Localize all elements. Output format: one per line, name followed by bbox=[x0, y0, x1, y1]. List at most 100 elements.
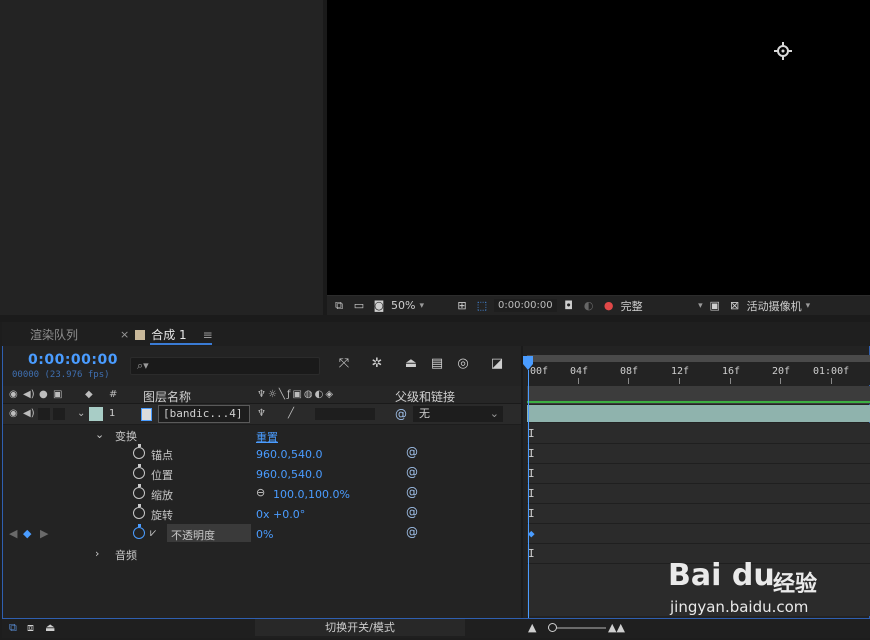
always-preview-icon[interactable]: ⧉ bbox=[331, 299, 347, 313]
current-time-display[interactable]: 0:00:00:00 bbox=[28, 352, 118, 368]
switches-icons[interactable]: ♆☼╲ƒ▣◍◐◈ bbox=[257, 389, 335, 400]
chevron-right-icon[interactable]: › bbox=[95, 547, 99, 560]
prop-anchor-value[interactable]: 960.0,540.0 bbox=[256, 448, 322, 461]
column-parent[interactable]: 父级和链接 bbox=[395, 388, 455, 405]
tick bbox=[679, 378, 680, 384]
pickwhip-icon[interactable]: @ bbox=[395, 407, 407, 421]
shy-layers-icon[interactable]: ⏏ bbox=[401, 356, 421, 374]
timeline-divider[interactable] bbox=[521, 346, 523, 618]
track-separator bbox=[527, 503, 870, 504]
stopwatch-icon[interactable] bbox=[133, 444, 145, 459]
column-layer-name[interactable]: 图层名称 bbox=[143, 388, 191, 405]
toggle-switches-modes-button[interactable]: 切换开关/模式 bbox=[255, 619, 465, 636]
chevron-down-icon[interactable]: ⌄ bbox=[95, 428, 104, 441]
label-tag-icon[interactable]: ◆ bbox=[85, 389, 93, 400]
prev-keyframe-icon[interactable]: ◀ bbox=[9, 527, 17, 540]
visibility-toggle-icon[interactable]: ◉ bbox=[9, 408, 18, 419]
solo-toggle[interactable] bbox=[38, 408, 50, 420]
stopwatch-active-icon[interactable] bbox=[133, 524, 145, 539]
color-channels-icon[interactable]: ● bbox=[601, 299, 617, 313]
next-keyframe-icon[interactable]: ▶ bbox=[40, 527, 48, 540]
chevron-down-icon: ▾ bbox=[698, 300, 703, 311]
show-snapshot-icon[interactable]: ◐ bbox=[581, 299, 597, 313]
layer-label-color[interactable] bbox=[89, 407, 103, 421]
tab-render-queue[interactable]: 渲染队列 bbox=[30, 326, 78, 343]
prop-anchor-label: 锚点 bbox=[151, 449, 173, 462]
tick-label: 12f bbox=[671, 366, 690, 377]
audio-toggle-icon[interactable]: ◀) bbox=[23, 408, 35, 419]
anchor-point-icon[interactable] bbox=[773, 41, 793, 61]
viewer-toolbar: ⧉ ▭ ◙ 50% ▾ ⊞ ⬚ 0:00:00:00 ◘ ◐ ● 完整 ▾ ▣ … bbox=[327, 295, 870, 315]
baidu-watermark: Bai du 经验 jingyan.baidu.com bbox=[668, 548, 868, 620]
switch-boxes[interactable] bbox=[315, 408, 375, 420]
eye-icon[interactable]: ◉ bbox=[9, 389, 18, 400]
lock-toggle[interactable] bbox=[53, 408, 65, 420]
tab-composition[interactable]: × 合成 1 ≡ bbox=[120, 326, 213, 343]
quality-switch-icon[interactable]: ╱ bbox=[288, 408, 294, 419]
panel-menu-icon[interactable]: ≡ bbox=[203, 328, 213, 342]
playhead-icon[interactable] bbox=[523, 356, 533, 370]
tick-label: 08f bbox=[620, 366, 639, 377]
zoom-out-icon[interactable]: ▲ bbox=[528, 621, 536, 634]
mask-icon[interactable]: ◙ bbox=[371, 299, 387, 313]
layer-search-input[interactable]: ⌕▾ bbox=[130, 357, 320, 375]
camera-select[interactable]: 活动摄像机 ▾ bbox=[747, 298, 811, 314]
track-separator bbox=[527, 463, 870, 464]
zoom-in-icon[interactable]: ▲▲ bbox=[608, 621, 625, 634]
add-keyframe-icon[interactable]: ◆ bbox=[23, 527, 31, 540]
camera-snapshot-icon[interactable]: ◘ bbox=[561, 299, 577, 313]
transparency-grid-icon[interactable]: ⬚ bbox=[474, 299, 490, 313]
chevron-down-icon[interactable]: ⌄ bbox=[77, 408, 85, 419]
frame-blending-icon[interactable]: ▤ bbox=[427, 356, 447, 374]
constrain-proportions-icon[interactable]: ⊖ bbox=[256, 486, 265, 499]
stopwatch-icon[interactable] bbox=[133, 504, 145, 519]
layer-switches-icon[interactable]: ⧉ bbox=[9, 621, 17, 635]
layer-row[interactable]: ◉ ◀) ⌄ 1 [bandic...4] ♆ ╱ @ 无 ⌄ bbox=[3, 404, 521, 425]
comp-mini-flowchart-icon[interactable]: ⤧ bbox=[334, 356, 354, 374]
solo-icon[interactable]: ● bbox=[39, 389, 48, 400]
baidu-logo: Bai du bbox=[668, 558, 775, 593]
layer-number: 1 bbox=[109, 408, 116, 419]
close-icon[interactable]: × bbox=[120, 328, 129, 341]
audio-group-label[interactable]: 音频 bbox=[115, 547, 137, 563]
viewer-timecode[interactable]: 0:00:00:00 bbox=[493, 299, 557, 312]
stopwatch-icon[interactable] bbox=[133, 484, 145, 499]
pickwhip-icon[interactable]: @ bbox=[406, 525, 418, 539]
transform-reset-link[interactable]: 重置 bbox=[256, 429, 278, 445]
chevron-down-icon: ⌄ bbox=[489, 407, 499, 420]
resolution-select[interactable]: 完整 ▾ bbox=[621, 298, 703, 314]
prop-scale-value[interactable]: 100.0,100.0% bbox=[273, 488, 350, 501]
parent-select[interactable]: 无 ⌄ bbox=[413, 406, 503, 422]
in-out-icon[interactable]: ⏏ bbox=[45, 621, 55, 634]
prop-position-value[interactable]: 960.0,540.0 bbox=[256, 468, 322, 481]
audio-icon[interactable]: ◀) bbox=[23, 389, 35, 400]
transfer-controls-icon[interactable]: ⧈ bbox=[27, 621, 34, 635]
prop-opacity-value[interactable]: 0% bbox=[256, 528, 273, 541]
graph-editor-icon[interactable]: ◪ bbox=[487, 356, 507, 374]
zoom-select[interactable]: 50% ▾ bbox=[391, 298, 424, 314]
stopwatch-icon[interactable] bbox=[133, 464, 145, 479]
pickwhip-icon[interactable]: @ bbox=[406, 485, 418, 499]
chevron-down-icon: ▾ bbox=[419, 300, 424, 311]
prop-rotation-value[interactable]: 0x +0.0° bbox=[256, 508, 305, 521]
transform-label[interactable]: 变换 bbox=[115, 428, 137, 444]
graph-icon[interactable]: ⩗ bbox=[150, 526, 156, 540]
pickwhip-icon[interactable]: @ bbox=[406, 445, 418, 459]
draft-3d-icon[interactable]: ✲ bbox=[367, 356, 387, 374]
time-navigator[interactable] bbox=[527, 355, 870, 362]
region-of-interest-icon[interactable]: ⊞ bbox=[454, 299, 470, 313]
pickwhip-icon[interactable]: @ bbox=[406, 465, 418, 479]
shy-switch-icon[interactable]: ♆ bbox=[257, 408, 266, 419]
lock-icon[interactable]: ▣ bbox=[53, 389, 62, 400]
tick bbox=[780, 378, 781, 384]
playhead-line[interactable] bbox=[528, 370, 529, 618]
monitor-icon[interactable]: ▭ bbox=[351, 299, 367, 313]
fast-preview-icon[interactable]: ▣ bbox=[707, 299, 723, 313]
zoom-slider-handle[interactable] bbox=[548, 623, 557, 632]
toggle-transparency-icon[interactable]: ⊠ bbox=[727, 299, 743, 313]
layer-duration-bar[interactable] bbox=[527, 405, 870, 422]
layer-name-field[interactable]: [bandic...4] bbox=[158, 405, 250, 423]
motion-blur-icon[interactable]: ◎ bbox=[453, 356, 473, 374]
tick-label: 20f bbox=[772, 366, 791, 377]
pickwhip-icon[interactable]: @ bbox=[406, 505, 418, 519]
